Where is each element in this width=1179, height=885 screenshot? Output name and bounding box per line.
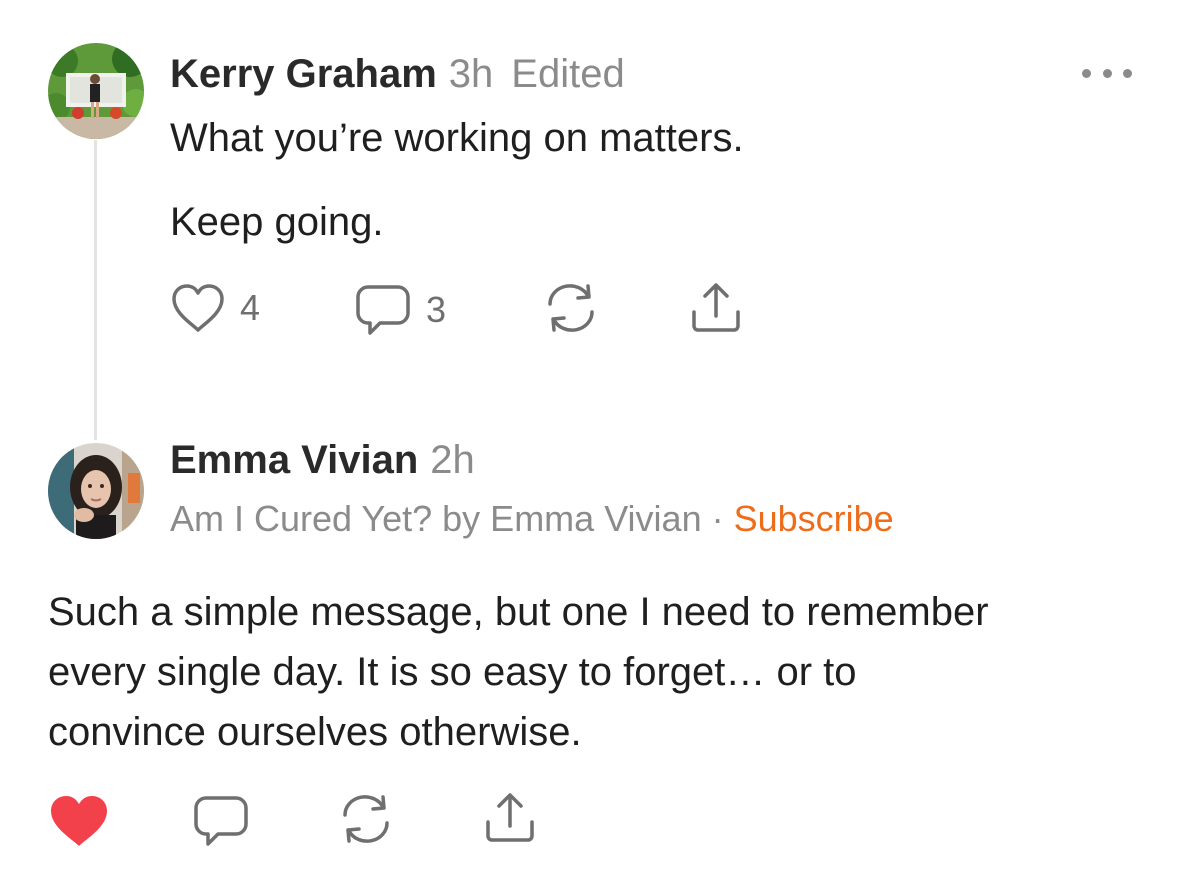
comment-body-line: Such a simple message, but one I need to… xyxy=(48,590,989,634)
timestamp[interactable]: 3h xyxy=(449,52,494,96)
subscribe-link[interactable]: Subscribe xyxy=(734,498,894,539)
thread-line xyxy=(94,140,97,440)
author-name[interactable]: Kerry Graham xyxy=(170,52,437,96)
comment-body-paragraph: What you’re working on matters. xyxy=(170,116,744,160)
comment-body-line: every single day. It is so easy to forge… xyxy=(48,650,857,694)
share-icon xyxy=(692,283,740,332)
publication-link[interactable]: Am I Cured Yet? by Emma Vivian xyxy=(170,498,702,539)
like-button-liked[interactable] xyxy=(48,793,110,849)
publication-line: Am I Cured Yet? by Emma Vivian · Subscribe xyxy=(170,497,894,541)
comment-body-line: convince ourselves otherwise. xyxy=(48,710,582,754)
restack-icon xyxy=(343,795,389,843)
reply-button[interactable]: 3 xyxy=(354,282,446,338)
avatar-kerry-graham[interactable] xyxy=(48,43,144,139)
restack-button[interactable] xyxy=(542,282,600,334)
comment2-header: Emma Vivian 2h xyxy=(170,436,475,484)
share-button[interactable] xyxy=(482,790,538,846)
edited-label: Edited xyxy=(511,52,625,96)
restack-icon xyxy=(548,284,594,332)
comment-icon xyxy=(194,796,248,846)
share-icon xyxy=(486,793,534,842)
comment1-header: Kerry Graham 3h Edited xyxy=(170,50,625,98)
heart-filled-icon xyxy=(51,796,107,846)
comment-body-paragraph: Keep going. xyxy=(170,200,384,244)
restack-button[interactable] xyxy=(337,793,395,845)
reply-button[interactable] xyxy=(192,793,250,849)
like-button[interactable]: 4 xyxy=(170,282,260,334)
heart-outline-icon xyxy=(172,284,224,332)
comment-count: 3 xyxy=(426,289,447,330)
avatar-emma-vivian[interactable] xyxy=(48,443,144,539)
separator: · xyxy=(711,498,724,539)
author-name[interactable]: Emma Vivian xyxy=(170,438,418,482)
share-button[interactable] xyxy=(688,280,744,336)
more-options-button[interactable] xyxy=(1082,58,1132,88)
timestamp[interactable]: 2h xyxy=(430,438,475,482)
comment-icon xyxy=(356,285,410,335)
like-count: 4 xyxy=(240,287,261,328)
more-horizontal-icon xyxy=(1082,68,1091,78)
